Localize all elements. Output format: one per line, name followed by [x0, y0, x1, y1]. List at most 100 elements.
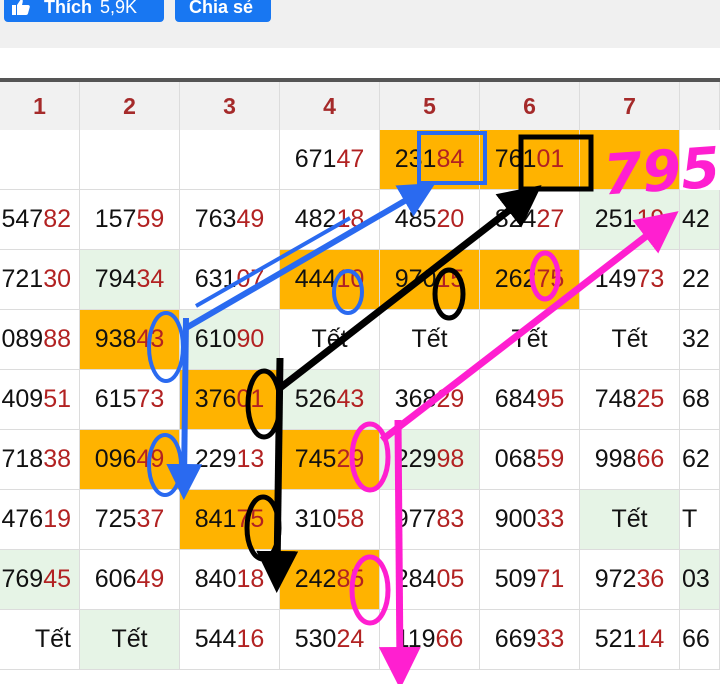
result-cell: 068 59	[480, 430, 580, 490]
number-tail: 18	[236, 565, 265, 593]
number-tail: 36	[636, 565, 665, 593]
result-cell: 476 19	[0, 490, 80, 550]
like-button[interactable]: Thích 5,9K	[4, 0, 164, 22]
result-cell: 718 38	[0, 430, 80, 490]
result-cell: 242 85	[280, 550, 380, 610]
number-head: T	[682, 505, 698, 533]
like-label: Thích	[44, 0, 92, 17]
number-head: 409	[1, 385, 44, 413]
number-head: 631	[194, 265, 237, 293]
number-head: 231	[394, 145, 437, 173]
number-head: Tết	[411, 325, 448, 353]
number-tail: 10	[336, 265, 365, 293]
number-tail: 05	[436, 565, 465, 593]
number-head: 721	[1, 265, 44, 293]
column-header: 2	[80, 82, 180, 130]
number-tail: 01	[536, 145, 565, 173]
number-tail: 16	[236, 625, 265, 653]
result-cell: Tết	[0, 610, 80, 670]
number-tail: 25	[636, 385, 665, 413]
number-head: 725	[94, 505, 137, 533]
number-head: 970	[394, 265, 437, 293]
number-head: 03	[682, 565, 710, 593]
number-head: 763	[194, 205, 237, 233]
number-head: 745	[294, 445, 337, 473]
number-tail: 47	[336, 145, 365, 173]
result-cell: 526 43	[280, 370, 380, 430]
number-head: 977	[394, 505, 437, 533]
result-cell: 482 18	[280, 190, 380, 250]
number-head: 840	[194, 565, 237, 593]
result-cell: 149 73	[580, 250, 680, 310]
number-tail: 98	[436, 445, 465, 473]
number-tail: 38	[43, 445, 71, 473]
number-tail: 73	[136, 385, 165, 413]
number-tail: 58	[336, 505, 365, 533]
result-cell: 251 19	[580, 190, 680, 250]
number-head: Tết	[34, 625, 71, 653]
number-tail: 85	[336, 565, 365, 593]
result-cell: 509 71	[480, 550, 580, 610]
number-head: 310	[294, 505, 337, 533]
result-cell: Tết	[80, 610, 180, 670]
number-head: 22	[682, 265, 710, 293]
number-head: 998	[594, 445, 637, 473]
number-head: 972	[594, 565, 637, 593]
number-tail: 27	[536, 205, 565, 233]
result-cell: 368 29	[380, 370, 480, 430]
number-tail: 14	[636, 625, 665, 653]
number-tail: 90	[236, 325, 265, 353]
share-label: Chia sẻ	[189, 0, 254, 17]
number-head: 794	[94, 265, 137, 293]
number-head: 718	[1, 445, 44, 473]
column-header: 1	[0, 82, 80, 130]
result-cell: Tết	[280, 310, 380, 370]
result-cell: Tết	[480, 310, 580, 370]
number-tail: 82	[43, 205, 71, 233]
number-tail: 49	[136, 565, 165, 593]
result-cell: 745 29	[280, 430, 380, 490]
number-tail: 33	[536, 625, 565, 653]
result-cell	[580, 130, 680, 190]
number-head: 096	[94, 445, 137, 473]
number-head: 32	[682, 325, 710, 353]
number-tail: 24	[336, 625, 365, 653]
number-tail: 19	[43, 505, 71, 533]
number-head: 368	[394, 385, 437, 413]
number-tail: 43	[136, 325, 165, 353]
number-tail: 88	[43, 325, 71, 353]
number-tail: 49	[136, 445, 165, 473]
result-cell: 977 83	[380, 490, 480, 550]
table-header-row: 1234567	[0, 78, 720, 130]
number-tail: 13	[236, 445, 265, 473]
number-tail: 66	[636, 445, 665, 473]
number-tail: 95	[536, 385, 565, 413]
column-header: 7	[580, 82, 680, 130]
number-tail: 01	[236, 385, 265, 413]
result-cell: 769 45	[0, 550, 80, 610]
share-button[interactable]: Chia sẻ	[175, 0, 271, 22]
number-tail: 84	[436, 145, 465, 173]
result-cell: 669 33	[480, 610, 580, 670]
result-cell: 794 34	[80, 250, 180, 310]
result-cell: 157 59	[80, 190, 180, 250]
result-cell: 262 75	[480, 250, 580, 310]
column-header: 5	[380, 82, 480, 130]
result-cell: 763 49	[180, 190, 280, 250]
number-head: 521	[594, 625, 637, 653]
number-head: 251	[594, 205, 637, 233]
number-head: 482	[294, 205, 337, 233]
result-cell: 409 51	[0, 370, 80, 430]
number-head: 62	[682, 445, 710, 473]
result-cell: 310 58	[280, 490, 380, 550]
number-tail: 49	[236, 205, 265, 233]
result-cell: 119 66	[380, 610, 480, 670]
result-cell: 089 88	[0, 310, 80, 370]
number-head: 66	[682, 625, 710, 653]
result-cell: 824 27	[480, 190, 580, 250]
number-tail: 18	[336, 205, 365, 233]
number-head: 547	[1, 205, 44, 233]
number-tail: 75	[536, 265, 565, 293]
result-cell: 521 14	[580, 610, 680, 670]
result-cell: 284 05	[380, 550, 480, 610]
